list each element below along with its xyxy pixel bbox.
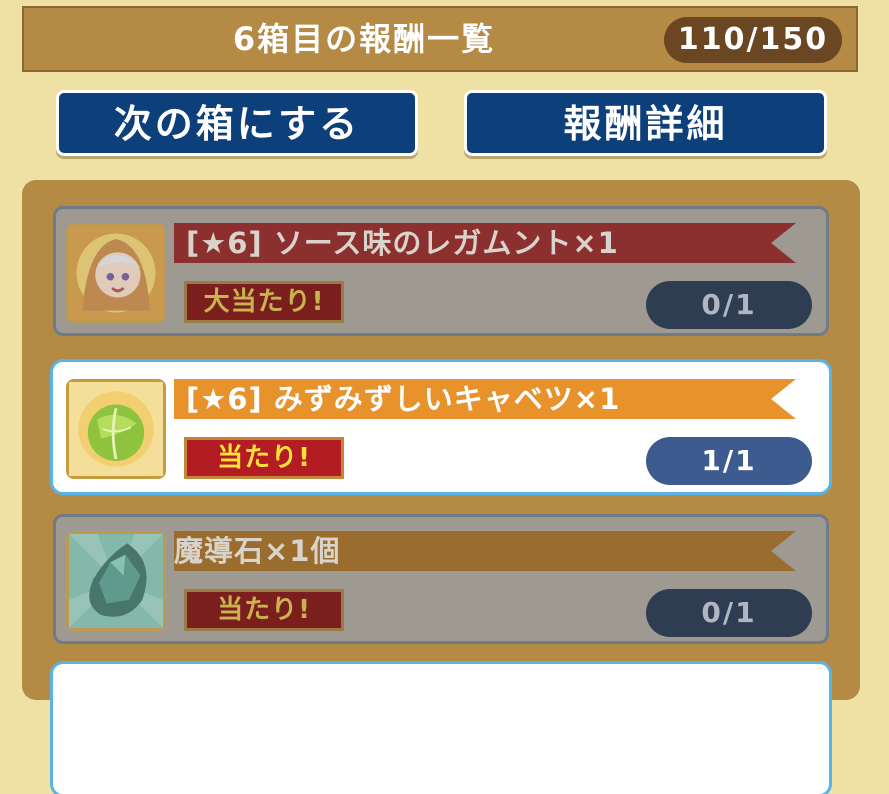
reward-name: [★6] ソース味のレガムント×1 [186, 226, 619, 260]
header-bar: 6箱目の報酬一覧 110/150 [22, 6, 858, 72]
reward-detail-button[interactable]: 報酬詳細 [464, 90, 827, 156]
reward-row[interactable]: [★6] みずみずしいキャベツ×1 当たり! 1/1 [53, 362, 829, 492]
hit-badge: 当たり! [184, 589, 344, 631]
reward-row[interactable]: [★6] ソース味のレガムント×1 大当たり! 0/1 [53, 206, 829, 336]
magic-stone-icon [66, 531, 166, 631]
reward-row[interactable]: 魔導石×1個 当たり! 0/1 [53, 514, 829, 644]
reward-name: [★6] みずみずしいキャベツ×1 [186, 382, 621, 416]
next-box-button[interactable]: 次の箱にする [56, 90, 418, 156]
page-title: 6箱目の報酬一覧 [232, 20, 496, 58]
cabbage-icon [66, 379, 166, 479]
reward-progress: 0/1 [646, 589, 812, 637]
reward-progress: 1/1 [646, 437, 812, 485]
reward-row[interactable] [53, 664, 829, 794]
character-portrait-icon [66, 223, 166, 323]
hit-badge: 当たり! [184, 437, 344, 479]
reward-name: 魔導石×1個 [174, 534, 341, 568]
box-counter: 110/150 [664, 17, 842, 63]
jackpot-badge: 大当たり! [184, 281, 344, 323]
reward-progress: 0/1 [646, 281, 812, 329]
